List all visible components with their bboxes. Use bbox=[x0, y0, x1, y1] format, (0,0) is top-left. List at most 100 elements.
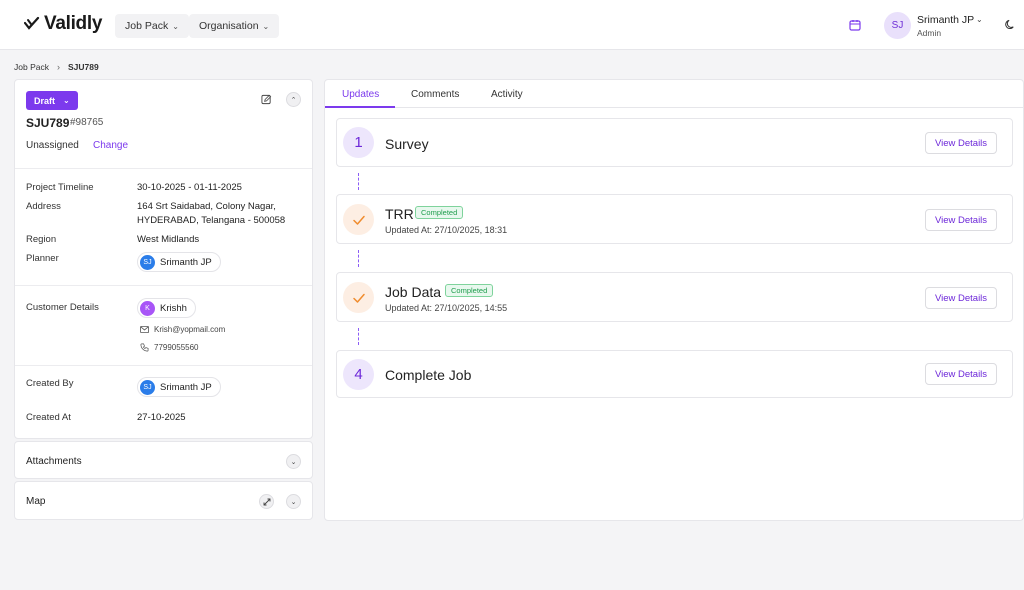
planner-chip[interactable]: SJ Srimanth JP bbox=[137, 252, 221, 272]
step-connector bbox=[358, 250, 359, 267]
chevron-down-icon: ⌄ bbox=[262, 21, 270, 31]
job-code: SJU789 bbox=[26, 116, 70, 130]
moon-icon[interactable] bbox=[1005, 19, 1016, 30]
step-connector bbox=[358, 173, 359, 190]
tab-bar: Updates Comments Activity bbox=[325, 80, 1023, 108]
avatar: K bbox=[140, 300, 155, 316]
fullscreen-map-button[interactable] bbox=[259, 494, 274, 509]
chevron-down-icon: ⌄ bbox=[63, 96, 70, 105]
mail-icon bbox=[140, 325, 149, 334]
breadcrumb: Job Pack › SJU789 bbox=[14, 62, 99, 72]
edit-icon[interactable] bbox=[261, 94, 272, 105]
step-job-data: Job Data Completed Updated At: 27/10/202… bbox=[336, 272, 1013, 322]
step-updated-at: Updated At: 27/10/2025, 14:55 bbox=[385, 303, 508, 313]
address-label: Address bbox=[26, 201, 61, 212]
customer-label: Customer Details bbox=[26, 302, 99, 313]
address-line-2: HYDERABAD, Telangana - 500058 bbox=[137, 215, 286, 226]
status-dropdown[interactable]: Draft ⌄ bbox=[26, 91, 78, 110]
status-badge: Completed bbox=[445, 284, 494, 297]
active-tab-indicator bbox=[325, 106, 395, 108]
customer-name: Krishh bbox=[160, 302, 187, 314]
phone-icon bbox=[140, 343, 149, 352]
view-details-button[interactable]: View Details bbox=[925, 209, 997, 231]
created-at-label: Created At bbox=[26, 412, 71, 423]
status-label: Draft bbox=[34, 95, 56, 106]
job-number: #98765 bbox=[70, 117, 104, 128]
user-name[interactable]: Srimanth JP bbox=[917, 14, 974, 26]
assignee-status: Unassigned bbox=[26, 140, 79, 151]
tab-updates[interactable]: Updates bbox=[342, 89, 379, 100]
divider bbox=[15, 168, 312, 169]
planner-label: Planner bbox=[26, 253, 59, 264]
region-value: West Midlands bbox=[137, 234, 200, 245]
expand-icon bbox=[263, 498, 270, 505]
nav-organisation[interactable]: Organisation ⌄ bbox=[189, 14, 280, 38]
planner-name: Srimanth JP bbox=[160, 256, 212, 268]
view-details-button[interactable]: View Details bbox=[925, 287, 997, 309]
step-title: Survey bbox=[385, 136, 429, 152]
nav-organisation-label: Organisation bbox=[199, 20, 259, 32]
chevron-down-icon: ⌄ bbox=[290, 458, 297, 466]
step-title: Job Data bbox=[385, 284, 442, 300]
step-connector bbox=[358, 328, 359, 345]
step-number: 4 bbox=[343, 359, 374, 390]
change-assignee-link[interactable]: Change bbox=[93, 140, 128, 151]
avatar: SJ bbox=[140, 254, 155, 270]
customer-phone: 7799055560 bbox=[140, 343, 199, 352]
avatar: SJ bbox=[140, 379, 155, 395]
logo[interactable]: Validly bbox=[24, 13, 102, 35]
map-title: Map bbox=[26, 496, 46, 507]
chevron-down-icon: ⌄ bbox=[290, 498, 297, 506]
collapse-button[interactable]: ⌃ bbox=[286, 92, 301, 107]
breadcrumb-parent[interactable]: Job Pack bbox=[14, 62, 49, 72]
top-bar: Validly Job Pack ⌄ Organisation ⌄ SJ Sri… bbox=[0, 0, 1024, 50]
created-by-chip[interactable]: SJ Srimanth JP bbox=[137, 377, 221, 397]
map-section[interactable]: Map ⌄ bbox=[14, 481, 313, 520]
user-role: Admin bbox=[917, 28, 942, 38]
status-badge: Completed bbox=[415, 206, 464, 219]
step-complete bbox=[343, 282, 374, 313]
divider bbox=[15, 285, 312, 286]
chevron-right-icon: › bbox=[56, 62, 60, 72]
chevron-down-icon: ⌄ bbox=[172, 21, 179, 31]
customer-email-text: Krish@yopmail.com bbox=[154, 325, 226, 334]
user-avatar[interactable]: SJ bbox=[884, 12, 911, 39]
check-icon bbox=[352, 215, 365, 225]
step-title: TRR bbox=[385, 206, 414, 222]
view-details-button[interactable]: View Details bbox=[925, 363, 997, 385]
tab-comments[interactable]: Comments bbox=[411, 89, 459, 100]
view-details-button[interactable]: View Details bbox=[925, 132, 997, 154]
customer-phone-text: 7799055560 bbox=[154, 343, 199, 352]
created-at-value: 27-10-2025 bbox=[137, 412, 186, 423]
attachments-title: Attachments bbox=[26, 456, 82, 467]
step-number: 1 bbox=[343, 127, 374, 158]
step-trr: TRR Completed Updated At: 27/10/2025, 18… bbox=[336, 194, 1013, 244]
validly-logo-icon bbox=[24, 16, 40, 30]
step-complete-job: 4 Complete Job View Details bbox=[336, 350, 1013, 398]
timeline-label: Project Timeline bbox=[26, 182, 94, 193]
attachments-section[interactable]: Attachments ⌄ bbox=[14, 441, 313, 479]
step-updated-at: Updated At: 27/10/2025, 18:31 bbox=[385, 225, 508, 235]
chevron-up-icon: ⌃ bbox=[290, 96, 297, 104]
updates-panel: Updates Comments Activity 1 Survey View … bbox=[324, 79, 1024, 521]
address-line-1: 164 Srt Saidabad, Colony Nagar, bbox=[137, 201, 276, 212]
step-title: Complete Job bbox=[385, 367, 472, 383]
created-by-label: Created By bbox=[26, 378, 74, 389]
nav-job-pack[interactable]: Job Pack ⌄ bbox=[115, 14, 189, 38]
logo-text: Validly bbox=[44, 13, 103, 34]
expand-attachments-button[interactable]: ⌄ bbox=[286, 454, 301, 469]
timeline-value: 30-10-2025 - 01-11-2025 bbox=[137, 182, 242, 193]
check-icon bbox=[352, 293, 365, 303]
nav-job-pack-label: Job Pack bbox=[125, 20, 169, 32]
customer-chip[interactable]: K Krishh bbox=[137, 298, 196, 318]
step-survey: 1 Survey View Details bbox=[336, 118, 1013, 167]
step-complete bbox=[343, 204, 374, 235]
created-by-name: Srimanth JP bbox=[160, 381, 212, 393]
breadcrumb-current: SJU789 bbox=[67, 62, 99, 72]
tab-activity[interactable]: Activity bbox=[491, 89, 523, 100]
expand-map-button[interactable]: ⌄ bbox=[286, 494, 301, 509]
region-label: Region bbox=[26, 234, 57, 245]
calendar-icon[interactable] bbox=[849, 19, 861, 31]
customer-email: Krish@yopmail.com bbox=[140, 325, 225, 334]
chevron-down-icon[interactable]: ⌄ bbox=[976, 15, 983, 24]
